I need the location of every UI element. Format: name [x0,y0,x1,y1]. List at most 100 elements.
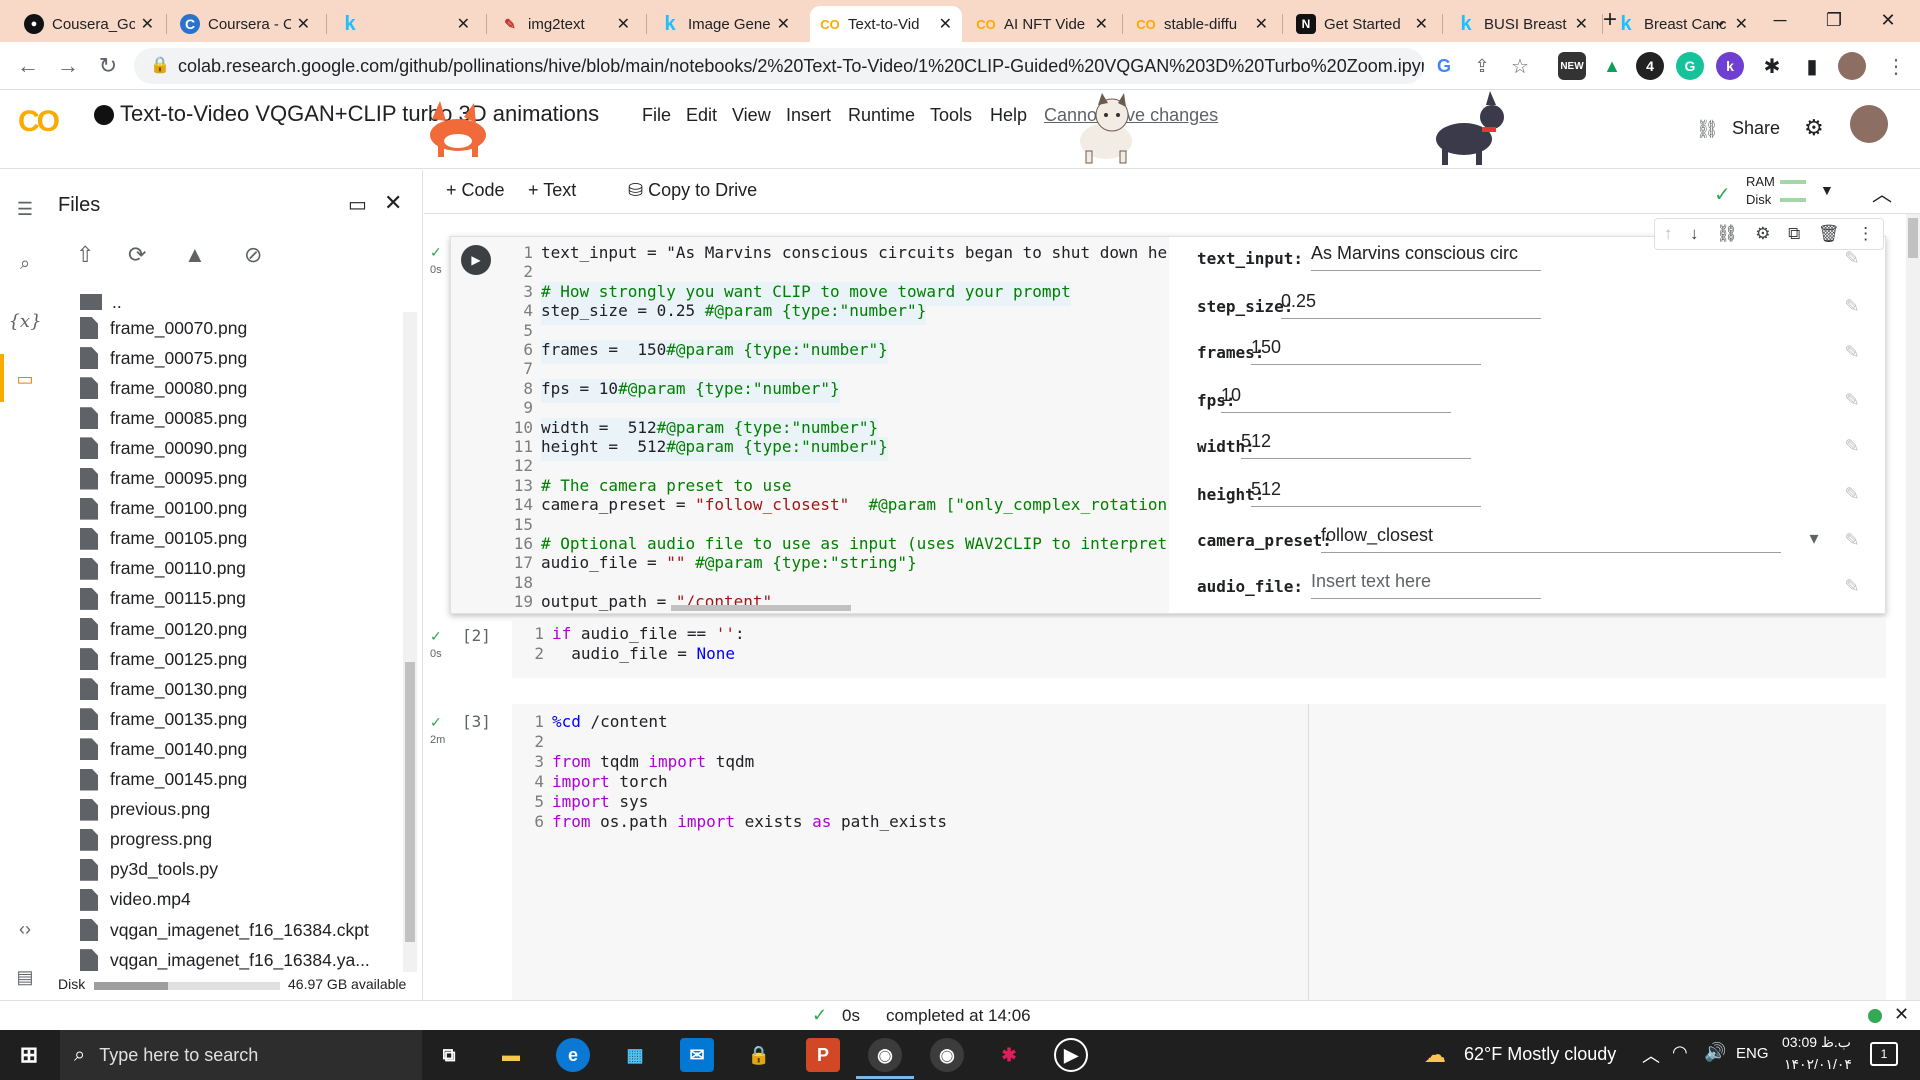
form-input[interactable]: Insert text here [1311,571,1541,599]
chrome-profile-icon[interactable]: ◉ [930,1038,964,1072]
code-line[interactable]: step_size = 0.25 #@param {type:"number"} [541,301,927,326]
move-up-icon[interactable]: ↑ [1664,224,1673,244]
share-page-icon[interactable]: ⇪ [1466,50,1498,82]
file-item[interactable]: video.mp4 [80,886,191,914]
menu-help[interactable]: Help [990,105,1027,126]
code-line[interactable]: %cd /content [552,712,668,736]
media-player-icon[interactable]: ▶ [1054,1038,1088,1072]
notebook-title[interactable]: Text-to-Video VQGAN+CLIP turbo 3D animat… [120,101,599,127]
file-item[interactable]: frame_00080.png [80,374,247,402]
mail-icon[interactable]: ✉ [680,1038,714,1072]
browser-menu-icon[interactable]: ⋮ [1880,50,1912,82]
resources-dropdown-icon[interactable]: ▼ [1820,182,1834,198]
files-folder-icon[interactable]: ▭ [12,366,38,392]
code-cell-1[interactable]: ▶ 1 text_input = "As Marvins conscious ci… [450,236,1886,614]
cell-more-icon[interactable]: ⋮ [1857,224,1874,244]
notebook-scrollbar[interactable] [1906,214,1920,1000]
form-input[interactable]: 512 [1241,431,1471,459]
scrollbar-thumb[interactable] [405,662,415,942]
file-item[interactable]: frame_00140.png [80,735,247,763]
file-item[interactable]: frame_00105.png [80,525,247,553]
form-input[interactable]: 512 [1251,479,1481,507]
menu-view[interactable]: View [732,105,771,126]
hide-files-icon[interactable]: ⊘ [244,242,262,268]
clock-time[interactable]: 03:09 ب.ظ [1782,1034,1851,1051]
close-tab-icon[interactable]: ✕ [1575,14,1588,34]
edge-icon[interactable]: e [556,1038,590,1072]
reload-icon[interactable]: ↻ [92,50,124,82]
form-input[interactable]: 0.25 [1281,291,1541,319]
code-cell-3[interactable]: 1 %cd /content 2 3 from tqdm import tqdm 4 imp… [512,704,1886,1000]
file-item[interactable]: frame_00130.png [80,675,247,703]
file-item[interactable]: frame_00095.png [80,465,247,493]
cell-settings-icon[interactable]: ⚙ [1755,224,1770,244]
taskbar-search[interactable]: ⌕ Type here to search [60,1030,422,1080]
window-close-icon[interactable]: ✕ [1868,4,1908,36]
k-extension-icon[interactable]: k [1716,52,1744,80]
camera-preset-select[interactable]: follow_closest [1321,525,1781,553]
bookmark-star-icon[interactable]: ☆ [1504,50,1536,82]
code-line[interactable]: audio_file = "" #@param {type:"string"} [541,553,917,577]
add-text-button[interactable]: + Text [528,180,576,201]
run-cell-button[interactable]: ▶ [461,245,491,275]
drive-extension-icon[interactable]: ▲ [1598,52,1626,80]
tab-image-gene[interactable]: k Image Gene ✕ [650,6,800,42]
file-item[interactable]: previous.png [80,796,210,824]
form-input[interactable]: 150 [1251,337,1481,365]
edit-pencil-icon[interactable]: ✎ [1841,435,1863,457]
file-item[interactable]: frame_00090.png [80,434,247,462]
close-tab-icon[interactable]: ✕ [1255,14,1268,34]
table-of-contents-icon[interactable]: ☰ [12,196,38,222]
minimize-icon[interactable]: ─ [1760,4,1800,36]
new-tab-button[interactable]: + [1590,4,1630,36]
file-item[interactable]: frame_00100.png [80,495,247,523]
notification-center-icon[interactable]: 1 [1870,1042,1898,1066]
back-icon[interactable]: ← [12,50,44,82]
weather-text[interactable]: 62°F Mostly cloudy [1464,1044,1616,1065]
colab-logo[interactable]: CO [18,105,60,139]
edit-pencil-icon[interactable]: ✎ [1841,341,1863,363]
file-item[interactable]: progress.png [80,826,212,854]
upload-file-icon[interactable]: ⇧ [76,242,94,268]
wifi-icon[interactable]: ◠ [1672,1042,1688,1063]
add-code-button[interactable]: + Code [446,180,505,201]
user-avatar[interactable] [1850,105,1888,143]
parent-directory[interactable]: .. [80,288,122,316]
settings-gear-icon[interactable]: ⚙ [1804,115,1824,141]
code-snippets-icon[interactable]: ‹› [12,916,38,942]
mount-drive-icon[interactable]: ▲ [184,242,206,268]
side-panel-icon[interactable]: ▮ [1796,50,1828,82]
cell1-editor[interactable]: 1 text_input = "As Marvins conscious circ… [501,237,1177,613]
copy-to-drive-button[interactable]: ⛁ Copy to Drive [628,180,757,201]
dropdown-arrow-icon[interactable]: ▾ [1803,527,1825,549]
form-input[interactable]: 10 [1221,385,1451,413]
file-scrollbar[interactable] [403,312,417,972]
file-item[interactable]: frame_00120.png [80,615,247,643]
menu-edit[interactable]: Edit [686,105,717,126]
file-item[interactable]: frame_00075.png [80,344,247,372]
variables-icon[interactable]: {x} [8,308,41,334]
edit-pencil-icon[interactable]: ✎ [1841,247,1863,269]
volume-icon[interactable]: 🔊 [1704,1042,1726,1063]
mirror-cell-icon[interactable]: ⧉ [1788,224,1800,244]
forward-icon[interactable]: → [52,50,84,82]
file-item[interactable]: py3d_tools.py [80,856,218,884]
code-line[interactable]: fps = 10#@param {type:"number"} [541,378,840,403]
code-cell-2[interactable]: 1 if audio_file == '': 2 audio_file = None [512,618,1886,678]
file-item[interactable]: frame_00110.png [80,555,246,583]
file-explorer-icon[interactable]: ▬ [494,1038,528,1072]
menu-tools[interactable]: Tools [930,105,972,126]
tab-get-started[interactable]: N Get Started ✕ [1286,6,1438,42]
grammarly-icon[interactable]: G [1676,52,1704,80]
delete-cell-icon[interactable]: 🗑 [1818,224,1840,244]
extensions-puzzle-icon[interactable]: ✱ [1756,50,1788,82]
command-palette-icon[interactable]: ▤ [12,964,38,990]
address-bar[interactable]: 🔒 colab.research.google.com/github/polli… [134,48,1424,84]
tab-img2text[interactable]: ✎ img2text ✕ [490,6,640,42]
task-view-icon[interactable]: ⧉ [432,1038,466,1072]
file-item[interactable]: frame_00070.png [80,314,247,342]
slack-icon[interactable]: ✱ [992,1038,1026,1072]
status-completed[interactable]: completed at 14:06 [886,1006,1031,1026]
store-icon[interactable]: ▦ [618,1038,652,1072]
code-line[interactable]: text_input = "As Marvins conscious circu… [541,243,1177,267]
